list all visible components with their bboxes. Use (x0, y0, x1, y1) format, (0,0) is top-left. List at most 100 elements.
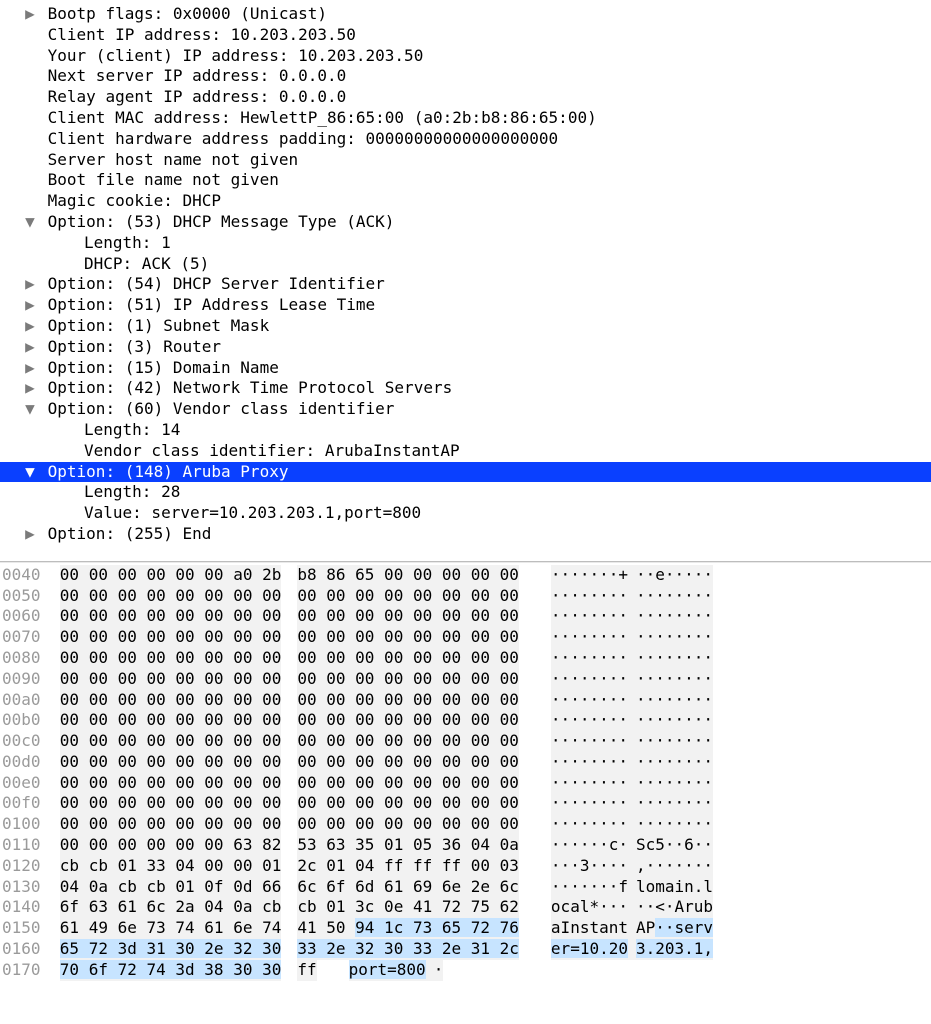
hex-bytes-left[interactable]: 00 00 00 00 00 00 00 00 (60, 690, 282, 711)
expand-icon[interactable]: ▶ (22, 295, 38, 316)
tree-row-chaddr-padding[interactable]: Client hardware address padding: 0000000… (0, 129, 931, 150)
hex-ascii-left[interactable]: ········ (551, 731, 628, 752)
hex-ascii-left[interactable]: ········ (551, 606, 628, 627)
hex-bytes-left[interactable]: 65 72 3d 31 30 2e 32 30 (60, 939, 282, 960)
hex-ascii-right[interactable]: ··<·Arub (636, 897, 713, 918)
hex-bytes-right[interactable]: ff (297, 960, 316, 981)
hex-bytes-right[interactable]: 00 00 00 00 00 00 00 00 (297, 648, 519, 669)
tree-row-opt3[interactable]: ▶ Option: (3) Router (0, 337, 931, 358)
tree-row-file[interactable]: Boot file name not given (0, 170, 931, 191)
hex-ascii-left[interactable]: ········ (551, 669, 628, 690)
tree-row-opt148-value[interactable]: Value: server=10.203.203.1,port=800 (0, 503, 931, 524)
hex-row[interactable]: 0120 cb cb 01 33 04 00 00 01 2c 01 04 ff… (0, 856, 931, 877)
hex-bytes-right[interactable]: 00 00 00 00 00 00 00 00 (297, 773, 519, 794)
hex-ascii-right[interactable]: ,······· (636, 856, 713, 877)
hex-ascii-right[interactable]: ········ (636, 731, 713, 752)
hex-bytes-right[interactable]: 00 00 00 00 00 00 00 00 (297, 793, 519, 814)
tree-row-bootp-flags[interactable]: ▶ Bootp flags: 0x0000 (Unicast) (0, 4, 931, 25)
hex-ascii-right[interactable]: ········ (636, 606, 713, 627)
hex-bytes-left[interactable]: 6f 63 61 6c 2a 04 0a cb (60, 897, 282, 918)
hex-bytes-right[interactable]: 00 00 00 00 00 00 00 00 (297, 710, 519, 731)
hex-bytes-right[interactable]: 00 00 00 00 00 00 00 00 (297, 731, 519, 752)
hex-ascii-right[interactable]: ········ (636, 627, 713, 648)
hex-ascii-left[interactable]: ········ (551, 710, 628, 731)
expand-icon[interactable]: ▶ (22, 274, 38, 295)
hex-row[interactable]: 0110 00 00 00 00 00 00 63 82 53 63 35 01… (0, 835, 931, 856)
hex-bytes-left[interactable]: 00 00 00 00 00 00 00 00 (60, 793, 282, 814)
tree-row-magic-cookie[interactable]: Magic cookie: DHCP (0, 191, 931, 212)
expand-icon[interactable]: ▶ (22, 358, 38, 379)
hex-row[interactable]: 0040 00 00 00 00 00 00 a0 2b b8 86 65 00… (0, 565, 931, 586)
hex-row[interactable]: 0080 00 00 00 00 00 00 00 00 00 00 00 00… (0, 648, 931, 669)
hex-bytes-left[interactable]: 00 00 00 00 00 00 00 00 (60, 606, 282, 627)
hex-ascii-right[interactable]: ········ (636, 669, 713, 690)
collapse-icon[interactable]: ▼ (22, 462, 38, 483)
hex-bytes-right[interactable]: 00 00 00 00 00 00 00 00 (297, 690, 519, 711)
tree-row-opt15[interactable]: ▶ Option: (15) Domain Name (0, 358, 931, 379)
packet-details-tree[interactable]: ▶ Bootp flags: 0x0000 (Unicast) Client I… (0, 0, 931, 555)
hex-ascii-left[interactable]: ········ (551, 690, 628, 711)
tree-row-opt60-length[interactable]: Length: 14 (0, 420, 931, 441)
expand-icon[interactable]: ▶ (22, 316, 38, 337)
hex-bytes-right[interactable]: cb 01 3c 0e 41 72 75 62 (297, 897, 519, 918)
hex-bytes-right[interactable]: 00 00 00 00 00 00 00 00 (297, 606, 519, 627)
hex-ascii-left[interactable]: ···3···· (551, 856, 628, 877)
packet-bytes-pane[interactable]: 0040 00 00 00 00 00 00 a0 2b b8 86 65 00… (0, 563, 931, 991)
hex-row[interactable]: 00f0 00 00 00 00 00 00 00 00 00 00 00 00… (0, 793, 931, 814)
tree-row-opt42[interactable]: ▶ Option: (42) Network Time Protocol Ser… (0, 378, 931, 399)
tree-row-opt51[interactable]: ▶ Option: (51) IP Address Lease Time (0, 295, 931, 316)
tree-row-opt148-selected[interactable]: ▼ Option: (148) Aruba Proxy (0, 462, 931, 483)
hex-row[interactable]: 0150 61 49 6e 73 74 61 6e 74 41 50 94 1c… (0, 918, 931, 939)
hex-ascii-left[interactable]: ········ (551, 773, 628, 794)
hex-ascii-left[interactable]: ········ (551, 752, 628, 773)
hex-ascii-left[interactable]: ········ (551, 793, 628, 814)
hex-ascii-right[interactable]: ········ (636, 586, 713, 607)
hex-ascii-left[interactable]: ········ (551, 627, 628, 648)
tree-row-opt255[interactable]: ▶ Option: (255) End (0, 524, 931, 545)
hex-row[interactable]: 00e0 00 00 00 00 00 00 00 00 00 00 00 00… (0, 773, 931, 794)
hex-row[interactable]: 0050 00 00 00 00 00 00 00 00 00 00 00 00… (0, 586, 931, 607)
tree-row-opt54[interactable]: ▶ Option: (54) DHCP Server Identifier (0, 274, 931, 295)
hex-ascii-right[interactable]: ········ (636, 710, 713, 731)
tree-row-next-server[interactable]: Next server IP address: 0.0.0.0 (0, 66, 931, 87)
hex-bytes-right[interactable]: 6c 6f 6d 61 69 6e 2e 6c (297, 877, 519, 898)
hex-bytes-left[interactable]: 00 00 00 00 00 00 00 00 (60, 814, 282, 835)
collapse-icon[interactable]: ▼ (22, 212, 38, 233)
hex-bytes-right[interactable]: 00 00 00 00 00 00 00 00 (297, 627, 519, 648)
hex-ascii-right[interactable]: ········ (636, 814, 713, 835)
hex-bytes-right[interactable]: 33 2e 32 30 33 2e 31 2c (297, 939, 519, 960)
expand-icon[interactable]: ▶ (22, 378, 38, 399)
tree-row-your-ip[interactable]: Your (client) IP address: 10.203.203.50 (0, 46, 931, 67)
hex-ascii-left[interactable]: ·······+ (551, 565, 628, 586)
hex-bytes-left[interactable]: 00 00 00 00 00 00 00 00 (60, 773, 282, 794)
hex-bytes-right[interactable]: 53 63 35 01 05 36 04 0a (297, 835, 519, 856)
tree-row-client-ip[interactable]: Client IP address: 10.203.203.50 (0, 25, 931, 46)
hex-bytes-right[interactable]: 00 00 00 00 00 00 00 00 (297, 586, 519, 607)
hex-bytes-left[interactable]: 00 00 00 00 00 00 00 00 (60, 627, 282, 648)
hex-row[interactable]: 0090 00 00 00 00 00 00 00 00 00 00 00 00… (0, 669, 931, 690)
hex-bytes-left[interactable]: 00 00 00 00 00 00 00 00 (60, 710, 282, 731)
hex-ascii-right[interactable]: ········ (636, 690, 713, 711)
hex-ascii-left[interactable]: ········ (551, 648, 628, 669)
tree-row-opt1[interactable]: ▶ Option: (1) Subnet Mask (0, 316, 931, 337)
hex-bytes-left[interactable]: 00 00 00 00 00 00 00 00 (60, 731, 282, 752)
hex-ascii-right[interactable]: 3.203.1, (636, 939, 713, 960)
hex-bytes-right[interactable]: 2c 01 04 ff ff ff 00 03 (297, 856, 519, 877)
hex-bytes-left[interactable]: 70 6f 72 74 3d 38 30 30 (60, 960, 282, 981)
hex-bytes-left[interactable]: cb cb 01 33 04 00 00 01 (60, 856, 282, 877)
tree-row-client-mac[interactable]: Client MAC address: HewlettP_86:65:00 (a… (0, 108, 931, 129)
hex-bytes-right[interactable]: b8 86 65 00 00 00 00 00 (297, 565, 519, 586)
tree-row-opt53[interactable]: ▼ Option: (53) DHCP Message Type (ACK) (0, 212, 931, 233)
hex-row[interactable]: 0140 6f 63 61 6c 2a 04 0a cb cb 01 3c 0e… (0, 897, 931, 918)
hex-bytes-right[interactable]: 41 50 94 1c 73 65 72 76 (297, 918, 519, 939)
hex-ascii-left[interactable]: ········ (551, 586, 628, 607)
hex-ascii-left[interactable]: ········ (551, 814, 628, 835)
hex-row[interactable]: 00c0 00 00 00 00 00 00 00 00 00 00 00 00… (0, 731, 931, 752)
hex-row[interactable]: 0060 00 00 00 00 00 00 00 00 00 00 00 00… (0, 606, 931, 627)
hex-ascii-right[interactable]: ··e····· (636, 565, 713, 586)
hex-bytes-left[interactable]: 00 00 00 00 00 00 a0 2b (60, 565, 282, 586)
hex-ascii-left[interactable]: aInstant (551, 918, 628, 939)
tree-row-relay-agent[interactable]: Relay agent IP address: 0.0.0.0 (0, 87, 931, 108)
tree-row-opt53-length[interactable]: Length: 1 (0, 233, 931, 254)
hex-ascii-right[interactable]: · (434, 960, 444, 981)
